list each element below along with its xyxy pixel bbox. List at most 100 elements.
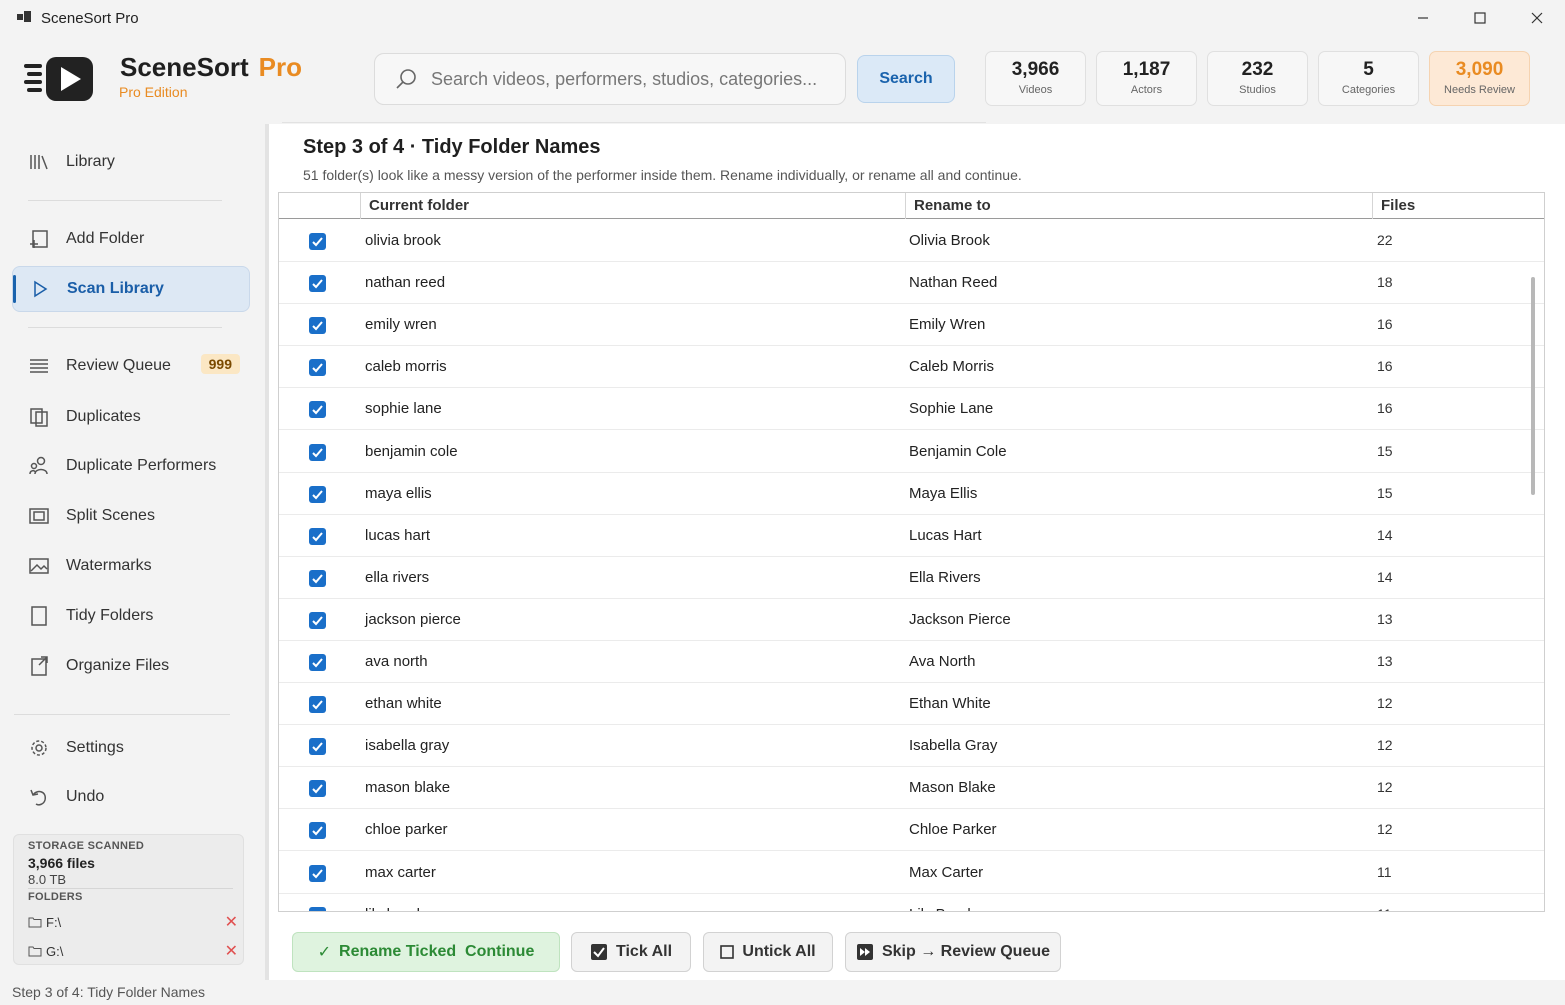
rename-to-cell[interactable]: Sophie Lane [909,400,993,417]
check-icon [312,489,323,500]
rename-to-cell[interactable]: Ethan White [909,695,991,712]
row-checkbox[interactable] [309,654,326,671]
table-row[interactable]: max carter Max Carter 11 [279,852,1544,894]
row-checkbox[interactable] [309,611,326,629]
rename-to-cell[interactable]: Benjamin Cole [909,443,1007,460]
row-checkbox[interactable] [309,233,326,250]
rename-to-cell[interactable]: Ava North [909,653,975,670]
sidebar-item-organize-files[interactable]: Organize Files [12,643,250,689]
table-row[interactable]: ava north Ava North 13 [279,641,1544,683]
rename-to-cell[interactable]: Isabella Gray [909,737,997,754]
column-header-current-folder[interactable]: Current folder [360,193,905,219]
rename-to-cell[interactable]: Ella Rivers [909,569,981,586]
table-row[interactable]: caleb morris Caleb Morris 16 [279,346,1544,389]
table-row[interactable]: jackson pierce Jackson Pierce 13 [279,599,1544,641]
sidebar-item-duplicate-performers[interactable]: Duplicate Performers [12,443,250,489]
table-row[interactable]: maya ellis Maya Ellis 15 [279,473,1544,515]
check-icon [312,700,323,710]
table-row[interactable]: ethan white Ethan White 12 [279,683,1544,726]
sidebar-item-settings[interactable]: Settings [12,725,250,771]
rename-to-cell[interactable]: Mason Blake [909,779,996,796]
rename-to-cell[interactable]: Olivia Brook [909,232,990,249]
table-row[interactable]: emily wren Emily Wren 16 [279,304,1544,347]
row-checkbox[interactable] [309,696,326,714]
rename-to-cell[interactable]: Maya Ellis [909,485,977,502]
untick-all-button[interactable]: Untick All [703,932,833,972]
tick-all-button[interactable]: Tick All [571,932,691,972]
sidebar-item-undo[interactable]: Undo [12,774,250,820]
table-row[interactable]: benjamin cole Benjamin Cole 15 [279,431,1544,473]
row-checkbox[interactable] [309,317,326,335]
column-header-files[interactable]: Files [1372,193,1544,219]
row-checkbox[interactable] [309,780,326,798]
rename-continue-button[interactable]: ✓ Rename Ticked Continue [292,932,560,972]
remove-folder-icon[interactable]: ✕ [225,941,238,961]
rename-to-cell[interactable]: Jackson Pierce [909,611,1011,628]
sidebar-item-split-scenes[interactable]: Split Scenes [12,493,250,539]
folder-item[interactable]: G:\ ✕ [28,940,238,962]
current-folder-cell: chloe parker [365,821,448,839]
table-row[interactable]: mason blake Mason Blake 12 [279,767,1544,810]
row-checkbox[interactable] [309,906,326,911]
row-checkbox[interactable] [309,738,326,756]
column-header-rename-to[interactable]: Rename to [905,193,1372,219]
row-checkbox[interactable] [309,401,326,419]
search-input[interactable] [431,68,831,90]
maximize-button[interactable] [1451,0,1508,36]
rename-to-cell[interactable]: Emily Wren [909,316,985,333]
row-checkbox[interactable] [309,443,326,461]
search-button[interactable]: Search [857,55,955,103]
sidebar-item-label: Undo [66,788,105,805]
sidebar-item-watermarks[interactable]: Watermarks [12,543,250,589]
close-button[interactable] [1508,0,1565,36]
sidebar-item-label: Organize Files [66,657,170,674]
row-checkbox[interactable] [309,485,326,503]
sidebar-item-library[interactable]: Library [12,139,250,185]
table-scrollbar[interactable] [1531,277,1535,495]
check-icon [312,868,323,878]
folder-path: F:\ [46,914,62,930]
remove-folder-icon[interactable]: ✕ [225,912,238,932]
sidebar-item-scan-library[interactable]: Scan Library [12,266,250,312]
sidebar-item-tidy-folders[interactable]: Tidy Folders [12,593,250,639]
table-row[interactable]: lucas hart Lucas Hart 14 [279,515,1544,557]
row-checkbox[interactable] [309,864,326,882]
add-folder-icon [30,230,48,248]
sidebar-item-duplicates[interactable]: Duplicates [12,394,250,440]
minimize-button[interactable] [1394,0,1451,36]
stat-actors: 1,187 Actors [1096,51,1197,106]
table-row[interactable]: nathan reed Nathan Reed 18 [279,262,1544,305]
table-row[interactable]: ella rivers Ella Rivers 14 [279,557,1544,599]
folder-icon [31,606,47,626]
file-count-cell: 16 [1377,400,1393,417]
row-checkbox[interactable] [309,569,326,587]
storage-file-count: 3,966 files [28,855,95,871]
rename-to-cell[interactable]: Lily Brooks [909,906,982,911]
table-row[interactable]: sophie lane Sophie Lane 16 [279,388,1544,431]
file-count-cell: 14 [1377,568,1393,585]
stat-studios: 232 Studios [1207,51,1308,106]
folder-item[interactable]: F:\ ✕ [28,911,238,933]
rename-to-cell[interactable]: Max Carter [909,864,983,881]
table-row[interactable]: chloe parker Chloe Parker 12 [279,809,1544,852]
rename-to-cell[interactable]: Lucas Hart [909,527,982,544]
rename-to-cell[interactable]: Nathan Reed [909,274,997,291]
table-row[interactable]: lily brooks Lily Brooks 11 [279,894,1544,911]
page-subtitle: 51 folder(s) look like a messy version o… [303,167,1022,183]
row-checkbox[interactable] [309,822,326,840]
row-checkbox[interactable] [309,275,326,293]
table-row[interactable]: olivia brook Olivia Brook 22 [279,220,1544,262]
rename-to-cell[interactable]: Chloe Parker [909,821,997,838]
rename-to-cell[interactable]: Caleb Morris [909,358,994,375]
row-checkbox[interactable] [309,359,326,377]
sidebar-item-review-queue[interactable]: Review Queue 999 [12,343,250,389]
search-box[interactable] [374,53,846,105]
button-label: Skip → Review Queue [881,943,1051,960]
current-folder-cell: mason blake [365,779,451,797]
folder-icon [28,917,42,928]
table-row[interactable]: isabella gray Isabella Gray 12 [279,725,1544,768]
sidebar-item-add-folder[interactable]: Add Folder [12,216,250,262]
skip-review-queue-button[interactable]: Skip → Review Queue [845,932,1061,972]
app-header: SceneSortPro Pro Edition Search 3,966 Vi… [0,36,1565,124]
row-checkbox[interactable] [309,527,326,545]
